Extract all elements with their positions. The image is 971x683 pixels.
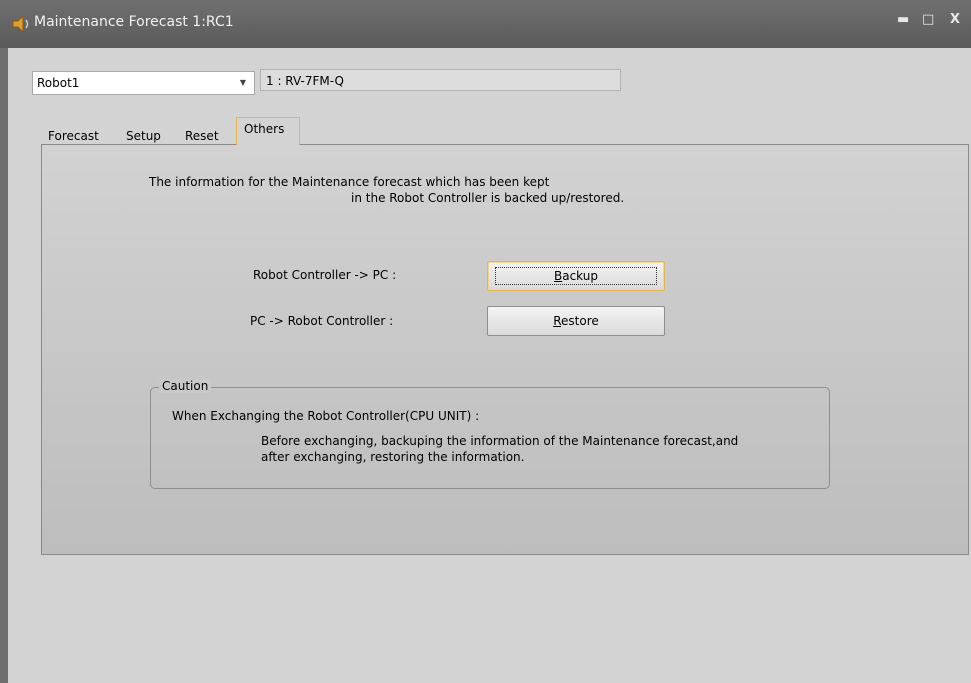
robot-select[interactable]: Robot1 ▼ <box>32 71 255 95</box>
robot-model-field: 1 : RV-7FM-Q <box>260 69 621 91</box>
close-button[interactable]: X <box>950 12 960 27</box>
info-text-line1: The information for the Maintenance fore… <box>149 175 550 189</box>
caution-line2: after exchanging, restoring the informat… <box>261 450 525 464</box>
robot-select-value: Robot1 <box>37 76 80 90</box>
tab-forecast[interactable]: Forecast <box>48 129 99 143</box>
window-title: Maintenance Forecast 1:RC1 <box>34 14 234 30</box>
window-border <box>0 48 8 683</box>
restore-label: PC -> Robot Controller : <box>250 314 394 328</box>
caution-legend: Caution <box>159 379 212 393</box>
title-bar[interactable]: Maintenance Forecast 1:RC1 ▬ □ X <box>0 0 971 48</box>
tab-setup[interactable]: Setup <box>126 129 161 143</box>
caution-groupbox: Caution When Exchanging the Robot Contro… <box>150 379 830 489</box>
tab-others[interactable]: Others <box>236 117 300 145</box>
maximize-button[interactable]: □ <box>922 12 934 27</box>
speaker-icon <box>12 14 29 34</box>
backup-label: Robot Controller -> PC : <box>253 268 397 282</box>
caution-heading: When Exchanging the Robot Controller(CPU… <box>172 409 480 423</box>
robot-model-value: 1 : RV-7FM-Q <box>266 74 344 88</box>
minimize-button[interactable]: ▬ <box>897 12 909 27</box>
caution-line1: Before exchanging, backuping the informa… <box>261 434 739 448</box>
restore-button[interactable]: Restore <box>487 306 665 336</box>
chevron-down-icon[interactable]: ▼ <box>240 78 246 87</box>
info-text-line2: in the Robot Controller is backed up/res… <box>351 191 625 205</box>
backup-button-text: Backup <box>495 267 657 285</box>
tab-others-label: Others <box>244 122 285 136</box>
backup-button[interactable]: Backup <box>487 261 665 291</box>
tab-reset[interactable]: Reset <box>185 129 219 143</box>
others-tab-panel: The information for the Maintenance fore… <box>41 144 969 555</box>
restore-button-text: Restore <box>553 314 599 328</box>
